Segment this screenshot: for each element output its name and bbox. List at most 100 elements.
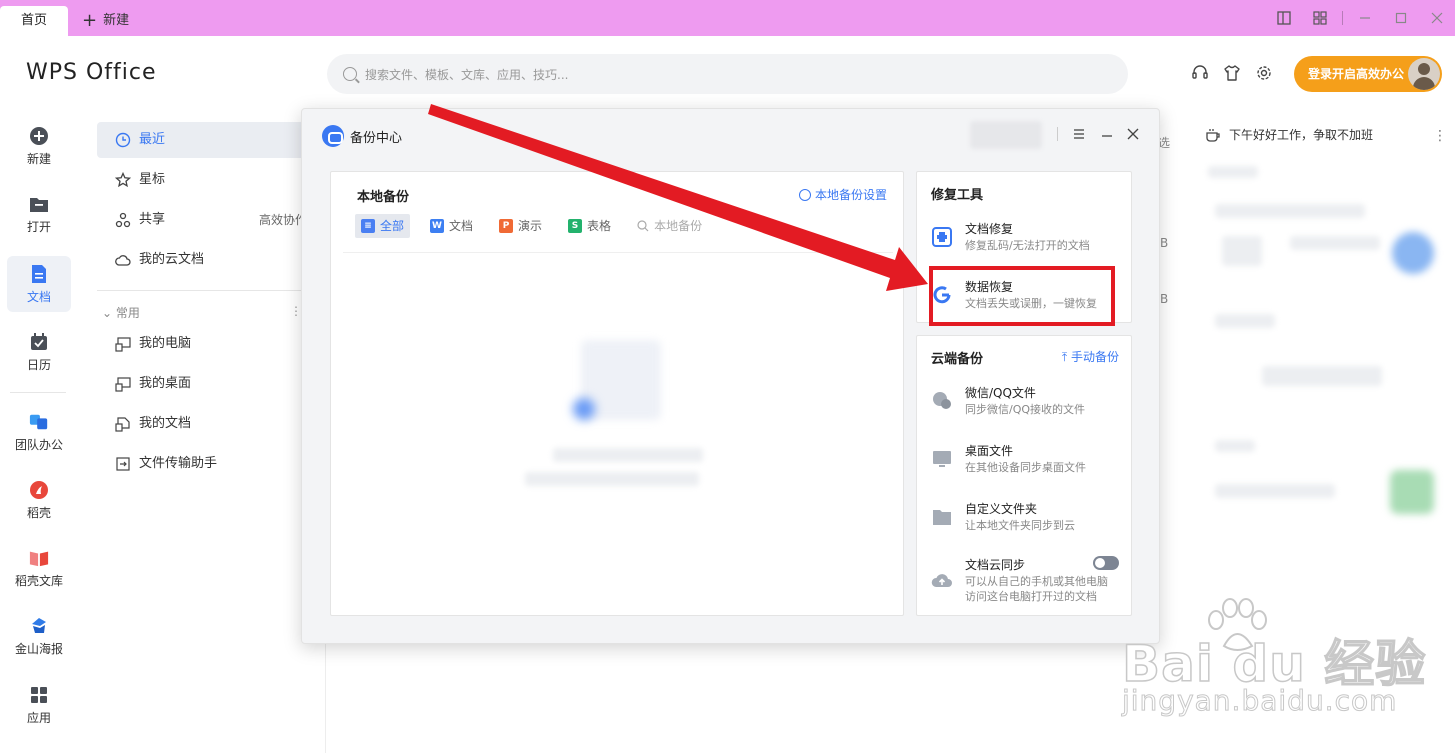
minimize-icon[interactable] <box>1096 123 1118 145</box>
folder-doc-icon <box>115 417 130 432</box>
tab-home[interactable]: 首页 <box>0 6 68 36</box>
headset-icon[interactable] <box>1189 62 1211 84</box>
common-section-header[interactable]: ⌄ 常用 <box>102 304 140 321</box>
sidebar-item-star[interactable]: 星标 <box>97 162 317 198</box>
custom-folder-name: 自定义文件夹 <box>965 502 1038 516</box>
sidebar-item-label: 共享 <box>139 212 166 227</box>
custom-folder-item[interactable]: 自定义文件夹 让本地文件夹同步到云 <box>931 500 1121 540</box>
backup-logo-icon <box>322 125 344 147</box>
cloud-backup-panel: 云端备份 ⤒ 手动备份 微信/QQ文件 同步微信/QQ接收的文件 桌面文件 在其… <box>916 335 1132 616</box>
close-window-icon[interactable] <box>1419 0 1455 36</box>
nav-apps[interactable]: 应用 <box>7 677 71 733</box>
sidebar-item-my-desktop[interactable]: 我的桌面 <box>97 366 317 402</box>
manual-backup-label: 手动备份 <box>1070 350 1119 364</box>
dialog-title-text: 备份中心 <box>350 130 403 146</box>
nav-new[interactable]: 新建 <box>7 118 71 174</box>
spreadsheet-icon: S <box>568 219 583 233</box>
sidebar-item-label: 我的桌面 <box>139 376 192 391</box>
filter-label: 表格 <box>587 219 612 233</box>
cloud-sync-toggle[interactable] <box>1093 556 1119 570</box>
greeting: 下午好好工作，争取不加班 <box>1205 126 1373 143</box>
empty-state-text <box>525 472 699 486</box>
sidebar-item-recent[interactable]: 最近 <box>97 122 317 158</box>
filter-label: 全部 <box>380 219 405 233</box>
grid-view-icon[interactable] <box>1302 0 1338 36</box>
nav-docer-label: 稻壳 <box>26 506 51 520</box>
sidebar-item-cloud-docs[interactable]: 我的云文档 <box>97 242 317 278</box>
dialog-title: 备份中心 <box>322 125 402 147</box>
sidebar-item-file-transfer[interactable]: 文件传输助手 <box>97 446 317 482</box>
tab-new[interactable]: + 新建 <box>82 6 129 36</box>
avatar[interactable] <box>1408 58 1440 90</box>
clock-icon <box>115 132 131 148</box>
minimize-icon[interactable] <box>1347 0 1383 36</box>
desktop-files-item[interactable]: 桌面文件 在其他设备同步桌面文件 <box>931 442 1121 482</box>
nav-apps-label: 应用 <box>26 711 51 725</box>
local-backup-settings-link[interactable]: 本地备份设置 <box>798 186 887 203</box>
login-button[interactable]: 登录开启高效办公 <box>1294 56 1442 92</box>
manual-backup-link[interactable]: ⤒ 手动备份 <box>1062 348 1119 365</box>
blurred-thumbnail <box>1390 470 1434 514</box>
backup-center-dialog: 备份中心 本地备份 本地备份设置 ≡ 全部 W 文档 P 演示 S 表格 本地备… <box>301 108 1160 644</box>
login-button-label: 登录开启高效办公 <box>1308 67 1405 81</box>
filter-presentation[interactable]: P 演示 <box>493 214 548 238</box>
sidebar-item-label: 最近 <box>139 132 166 147</box>
skin-icon[interactable] <box>1221 62 1243 84</box>
gear-icon <box>798 188 811 201</box>
document-repair-item[interactable]: 文档修复 修复乱码/无法打开的文档 <box>931 220 1121 260</box>
docer-icon <box>29 480 49 500</box>
blurred-account <box>970 121 1042 149</box>
nav-new-label: 新建 <box>26 152 51 166</box>
sidebar-item-my-computer[interactable]: 我的电脑 <box>97 326 317 362</box>
nav-open[interactable]: 打开 <box>7 186 71 242</box>
nav-calendar[interactable]: 日历 <box>7 324 71 380</box>
desktop-files-desc: 在其他设备同步桌面文件 <box>965 461 1086 474</box>
local-backup-search[interactable]: 本地备份 <box>631 214 708 238</box>
nav-docer-library[interactable]: 稻壳文库 <box>7 540 71 596</box>
sidebar-item-shared[interactable]: 共享 高效协作 <box>97 202 317 238</box>
computer-icon <box>115 337 131 352</box>
filter-label: 演示 <box>518 219 543 233</box>
local-backup-search-placeholder: 本地备份 <box>654 219 703 233</box>
plus-circle-icon <box>29 126 49 146</box>
document-cloud-sync-name: 文档云同步 <box>965 558 1026 572</box>
all-icon: ≡ <box>361 219 375 233</box>
nav-docer[interactable]: 稻壳 <box>7 472 71 528</box>
desktop-files-name: 桌面文件 <box>965 444 1014 458</box>
filter-all[interactable]: ≡ 全部 <box>355 214 411 238</box>
blurred-text <box>1222 236 1262 266</box>
filter-spreadsheet[interactable]: S 表格 <box>562 214 617 238</box>
nav-documents-label: 文档 <box>26 290 51 304</box>
writer-icon: W <box>430 219 445 233</box>
layout-icon[interactable] <box>1266 0 1302 36</box>
local-backup-settings-label: 本地备份设置 <box>814 188 887 202</box>
sidebar-item-label: 星标 <box>139 172 166 187</box>
document-repair-name: 文档修复 <box>965 222 1014 236</box>
nav-poster[interactable]: 金山海报 <box>7 608 71 664</box>
filter-writer[interactable]: W 文档 <box>424 214 479 238</box>
blurred-text <box>1215 484 1335 498</box>
more-options-icon[interactable]: ⋮ <box>1433 128 1447 144</box>
folder-icon <box>29 194 49 214</box>
nav-open-label: 打开 <box>26 220 51 234</box>
wechat-qq-files-item[interactable]: 微信/QQ文件 同步微信/QQ接收的文件 <box>931 384 1121 424</box>
settings-icon[interactable] <box>1253 62 1275 84</box>
tab-new-label: 新建 <box>103 13 130 28</box>
nav-team-office[interactable]: 团队办公 <box>7 404 71 460</box>
sidebar-item-label: 我的文档 <box>139 416 192 431</box>
menu-icon[interactable] <box>1068 123 1090 145</box>
team-icon <box>29 412 49 432</box>
document-icon <box>29 264 49 284</box>
sidebar-item-my-documents[interactable]: 我的文档 <box>97 406 317 442</box>
calendar-icon <box>29 332 49 352</box>
nav-divider <box>10 392 66 393</box>
star-icon <box>115 172 131 188</box>
search-bar[interactable]: 搜索文件、模板、文库、应用、技巧... <box>327 54 1128 94</box>
filter-tabs: ≡ 全部 W 文档 P 演示 S 表格 本地备份 <box>355 214 716 238</box>
cloud-upload-icon <box>931 570 953 592</box>
nav-documents[interactable]: 文档 <box>7 256 71 312</box>
close-icon[interactable] <box>1122 123 1144 145</box>
maximize-icon[interactable] <box>1383 0 1419 36</box>
plus-icon: + <box>82 10 98 31</box>
document-repair-desc: 修复乱码/无法打开的文档 <box>965 239 1090 252</box>
